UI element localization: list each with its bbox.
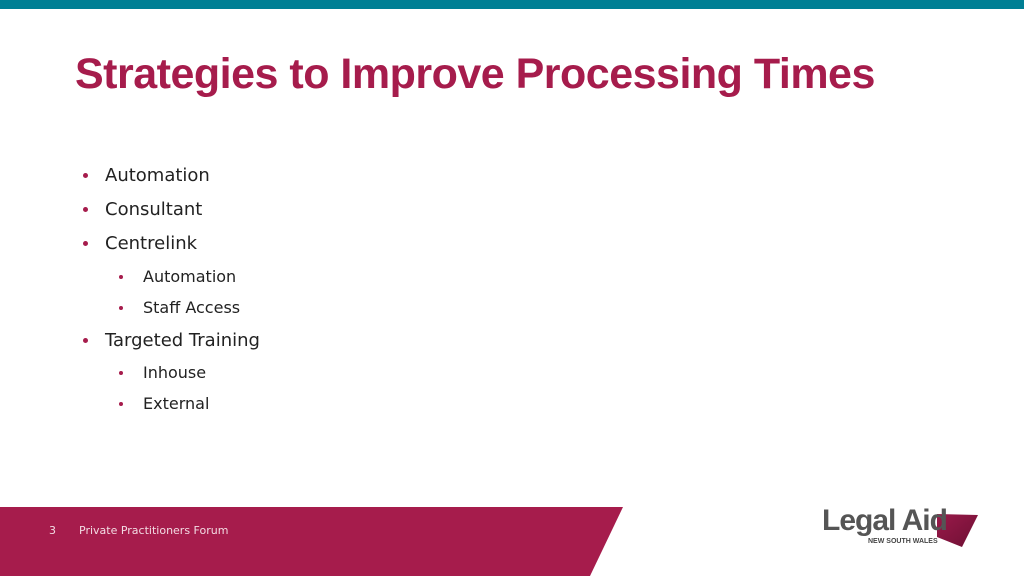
slide-number: 3 bbox=[49, 524, 56, 537]
footer-text: Private Practitioners Forum bbox=[79, 524, 229, 537]
footer-band bbox=[0, 507, 623, 576]
footer-band-shape bbox=[0, 507, 623, 576]
legal-aid-logo: Legal Aid NEW SOUTH WALES bbox=[822, 504, 982, 553]
logo-subtitle: NEW SOUTH WALES bbox=[868, 538, 938, 545]
logo-name: Legal Aid bbox=[822, 504, 948, 537]
footer: 3 Private Practitioners Forum bbox=[0, 0, 1024, 576]
